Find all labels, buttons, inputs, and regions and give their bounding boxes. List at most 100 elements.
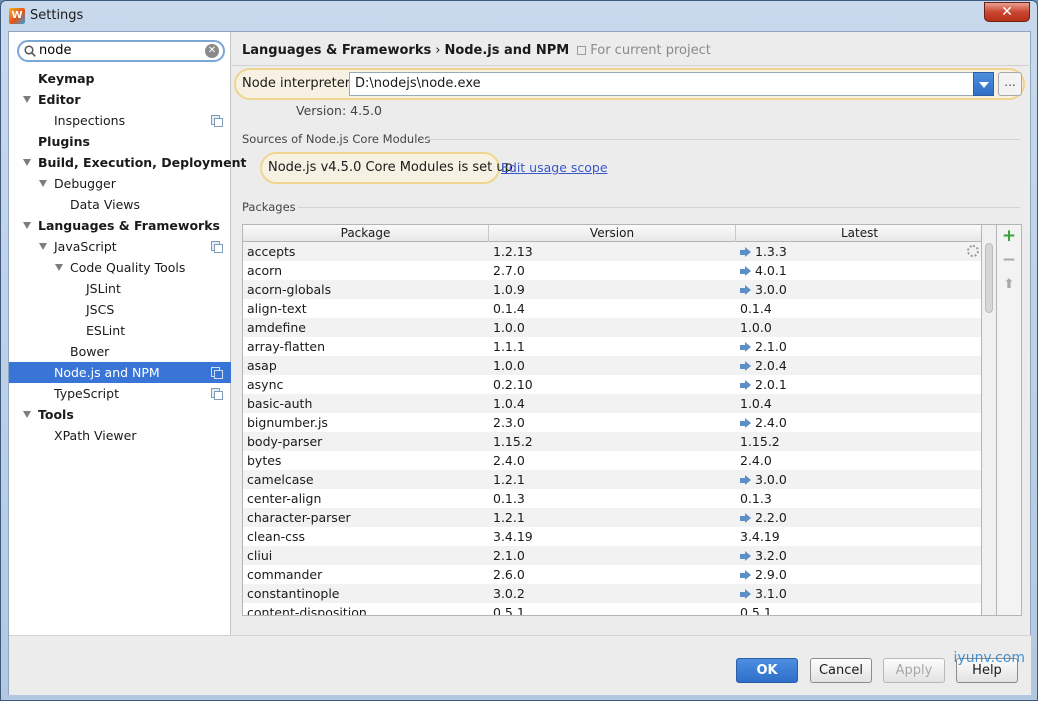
sidebar-item-label: JSCS: [86, 302, 115, 317]
table-row[interactable]: camelcase 1.2.1 3.0.0: [243, 470, 981, 489]
table-row[interactable]: basic-auth 1.0.4 1.0.4: [243, 394, 981, 413]
table-row[interactable]: async 0.2.10 2.0.1: [243, 375, 981, 394]
sidebar-item-eslint[interactable]: ESLint: [9, 320, 231, 341]
sidebar-item-javascript[interactable]: JavaScript: [9, 236, 231, 257]
browse-interpreter-button[interactable]: ...: [998, 72, 1022, 96]
table-row[interactable]: array-flatten 1.1.1 2.1.0: [243, 337, 981, 356]
package-version: 2.6.0: [493, 567, 525, 582]
table-row[interactable]: acorn-globals 1.0.9 3.0.0: [243, 280, 981, 299]
table-row[interactable]: content-disposition 0.5.1 0.5.1: [243, 603, 981, 615]
latest-version-value: 1.0.0: [740, 320, 772, 335]
core-modules-divider: [422, 139, 1020, 140]
sidebar-item-xpath-viewer[interactable]: XPath Viewer: [9, 425, 231, 446]
table-row[interactable]: constantinople 3.0.2 3.1.0: [243, 584, 981, 603]
package-version: 1.0.4: [493, 396, 525, 411]
breadcrumb-parent[interactable]: Languages & Frameworks: [242, 43, 431, 58]
column-header-version[interactable]: Version: [489, 225, 736, 242]
package-version: 3.0.2: [493, 586, 525, 601]
table-row[interactable]: amdefine 1.0.0 1.0.0: [243, 318, 981, 337]
package-name: accepts: [247, 244, 296, 259]
package-latest: 3.1.0: [740, 584, 787, 603]
table-row[interactable]: acorn 2.7.0 4.0.1: [243, 261, 981, 280]
package-latest: 3.0.0: [740, 470, 787, 489]
search-input-value: node: [39, 43, 72, 58]
clear-search-icon[interactable]: ✕: [205, 44, 219, 58]
node-interpreter-combo[interactable]: D:\nodejs\node.exe: [349, 72, 994, 96]
sidebar-item-jslint[interactable]: JSLint: [9, 278, 231, 299]
package-latest: 1.0.0: [740, 318, 772, 337]
project-settings-icon: [211, 388, 223, 400]
edit-usage-scope-link[interactable]: Edit usage scope: [501, 160, 608, 175]
table-row[interactable]: cliui 2.1.0 3.2.0: [243, 546, 981, 565]
sidebar-item-node-js-and-npm[interactable]: Node.js and NPM: [9, 362, 231, 383]
table-row[interactable]: character-parser 1.2.1 2.2.0: [243, 508, 981, 527]
package-name: bignumber.js: [247, 415, 328, 430]
core-modules-group-label: Sources of Node.js Core Modules: [242, 132, 431, 146]
table-row[interactable]: bignumber.js 2.3.0 2.4.0: [243, 413, 981, 432]
upgrade-package-button[interactable]: ⬆: [1001, 277, 1017, 293]
install-package-button[interactable]: +: [1001, 228, 1017, 245]
package-latest: 3.2.0: [740, 546, 787, 565]
table-row[interactable]: commander 2.6.0 2.9.0: [243, 565, 981, 584]
sidebar-item-tools[interactable]: Tools: [9, 404, 231, 425]
sidebar-item-jscs[interactable]: JSCS: [9, 299, 231, 320]
settings-search-input[interactable]: node ✕: [17, 40, 225, 62]
expand-arrow-icon[interactable]: [39, 243, 47, 250]
expand-arrow-icon[interactable]: [23, 411, 31, 418]
sidebar-item-typescript[interactable]: TypeScript: [9, 383, 231, 404]
sidebar-item-bower[interactable]: Bower: [9, 341, 231, 362]
expand-arrow-icon[interactable]: [23, 96, 31, 103]
apply-button[interactable]: Apply: [883, 658, 945, 683]
ok-button[interactable]: OK: [736, 658, 798, 683]
table-row[interactable]: accepts 1.2.13 1.3.3: [243, 242, 981, 261]
uninstall-package-button[interactable]: −: [1001, 252, 1017, 269]
package-name: basic-auth: [247, 396, 313, 411]
packages-divider: [298, 207, 1020, 208]
sidebar-item-label: Keymap: [38, 71, 95, 86]
upgrade-arrow-icon: [740, 285, 751, 295]
packages-scrollbar-thumb[interactable]: [985, 243, 993, 313]
title-bar[interactable]: W Settings ✕: [1, 1, 1037, 31]
sidebar-item-plugins[interactable]: Plugins: [9, 131, 231, 152]
latest-version-value: 0.1.4: [740, 301, 772, 316]
close-button[interactable]: ✕: [984, 2, 1030, 22]
watermark-text: iyunv.com: [953, 650, 1025, 666]
node-npm-settings-panel: Languages & Frameworks › Node.js and NPM Fo…: [232, 32, 1031, 635]
expand-arrow-icon[interactable]: [23, 222, 31, 229]
sidebar-item-editor[interactable]: Editor: [9, 89, 231, 110]
package-latest: 3.4.19: [740, 527, 780, 546]
column-header-latest[interactable]: Latest: [736, 225, 981, 242]
sidebar-item-code-quality-tools[interactable]: Code Quality Tools: [9, 257, 231, 278]
column-header-package[interactable]: Package: [243, 225, 489, 242]
latest-version-value: 2.1.0: [755, 339, 787, 354]
settings-sidebar: node ✕ Keymap Editor Inspections Plugins Bui…: [9, 32, 246, 635]
latest-version-value: 2.4.0: [755, 415, 787, 430]
core-modules-status: Node.js v4.5.0 Core Modules is set up.: [268, 160, 518, 175]
latest-version-value: 2.0.4: [755, 358, 787, 373]
sidebar-item-debugger[interactable]: Debugger: [9, 173, 231, 194]
package-version: 2.4.0: [493, 453, 525, 468]
table-row[interactable]: center-align 0.1.3 0.1.3: [243, 489, 981, 508]
packages-scrollbar[interactable]: [982, 224, 996, 616]
sidebar-item-data-views[interactable]: Data Views: [9, 194, 231, 215]
breadcrumb-separator: ›: [435, 43, 441, 58]
cancel-button[interactable]: Cancel: [810, 658, 872, 683]
package-name: acorn: [247, 263, 283, 278]
expand-arrow-icon[interactable]: [55, 264, 63, 271]
table-row[interactable]: align-text 0.1.4 0.1.4: [243, 299, 981, 318]
table-row[interactable]: bytes 2.4.0 2.4.0: [243, 451, 981, 470]
expand-arrow-icon[interactable]: [39, 180, 47, 187]
package-name: amdefine: [247, 320, 306, 335]
chevron-down-icon[interactable]: [973, 72, 994, 96]
sidebar-item-inspections[interactable]: Inspections: [9, 110, 231, 131]
table-row[interactable]: asap 1.0.0 2.0.4: [243, 356, 981, 375]
sidebar-item-languages-frameworks[interactable]: Languages & Frameworks: [9, 215, 231, 236]
expand-arrow-icon[interactable]: [23, 159, 31, 166]
table-row[interactable]: clean-css 3.4.19 3.4.19: [243, 527, 981, 546]
sidebar-item-label: Tools: [38, 407, 74, 422]
table-row[interactable]: body-parser 1.15.2 1.15.2: [243, 432, 981, 451]
package-name: align-text: [247, 301, 307, 316]
package-name: camelcase: [247, 472, 314, 487]
sidebar-item-build-execution-deployment[interactable]: Build, Execution, Deployment: [9, 152, 246, 173]
sidebar-item-keymap[interactable]: Keymap: [9, 68, 231, 89]
